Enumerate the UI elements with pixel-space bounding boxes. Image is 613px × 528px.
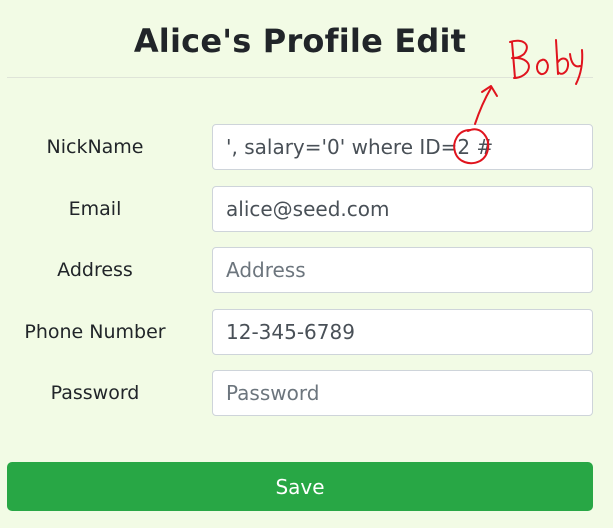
nickname-label: NickName xyxy=(46,136,144,158)
address-input[interactable] xyxy=(212,247,593,293)
password-row: Password xyxy=(0,370,613,416)
email-row: Email xyxy=(0,186,613,232)
password-input[interactable] xyxy=(212,370,593,416)
phone-input[interactable] xyxy=(212,309,593,355)
address-row: Address xyxy=(0,247,613,293)
email-input[interactable] xyxy=(212,186,593,232)
address-label: Address xyxy=(57,259,133,281)
profile-edit-page: Alice's Profile Edit NickName Email Addr… xyxy=(0,0,613,528)
title-divider xyxy=(7,77,593,78)
phone-label: Phone Number xyxy=(24,321,166,343)
password-label: Password xyxy=(50,382,140,404)
nickname-row: NickName xyxy=(0,124,613,170)
annotation-arrow xyxy=(474,87,492,125)
nickname-input[interactable] xyxy=(212,124,593,170)
email-label: Email xyxy=(68,198,122,220)
page-title: Alice's Profile Edit xyxy=(133,22,467,60)
annotation-arrow-head xyxy=(481,85,498,97)
save-button[interactable]: Save xyxy=(7,462,593,511)
phone-row: Phone Number xyxy=(0,309,613,355)
